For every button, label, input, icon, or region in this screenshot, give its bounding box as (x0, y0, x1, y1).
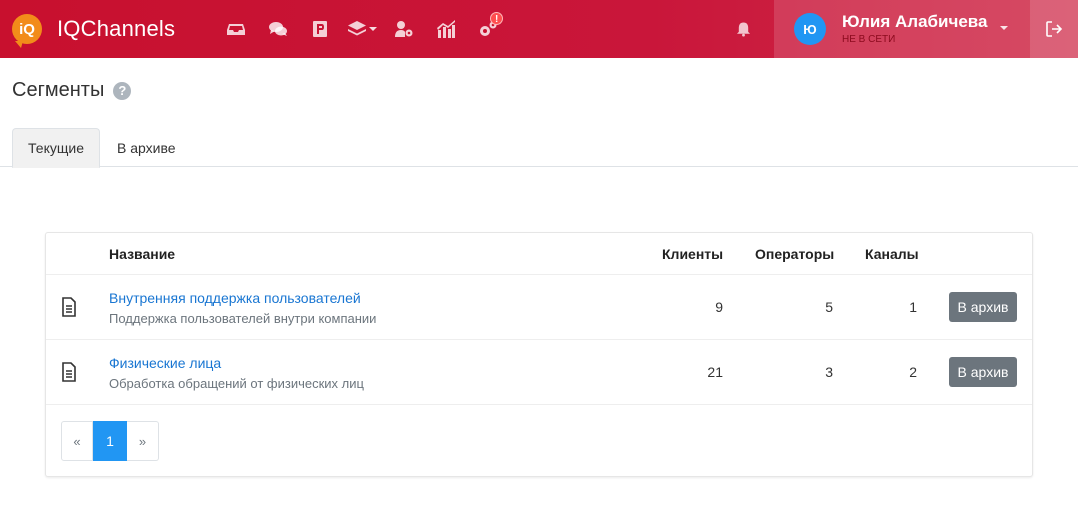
user-status: НЕ В СЕТИ (842, 33, 896, 45)
logout-icon (1046, 21, 1063, 37)
user-name: Юлия Алабичева (842, 11, 988, 31)
logout-button[interactable] (1030, 0, 1078, 58)
tab-current[interactable]: Текущие (12, 128, 100, 168)
pagination-next[interactable]: » (127, 421, 159, 461)
bell-icon[interactable] (730, 0, 756, 58)
page-title-text: Сегменты (12, 79, 105, 101)
user-menu[interactable]: Ю Юлия Алабичева НЕ В СЕТИ (774, 0, 1030, 58)
document-icon (62, 297, 76, 317)
document-icon (62, 362, 76, 382)
user-settings-icon[interactable] (383, 0, 425, 58)
chats-icon[interactable] (257, 0, 299, 58)
top-navbar: iQ IQChannels ! Ю Юлия Алабичева НЕ В СЕ… (0, 0, 1078, 58)
clients-count: 21 (707, 364, 723, 380)
settings-icon[interactable]: ! (467, 0, 509, 58)
column-header-clients: Клиенты (662, 246, 724, 262)
layers-icon[interactable] (341, 0, 383, 58)
avatar: Ю (794, 13, 826, 45)
segment-description: Обработка обращений от физических лиц (109, 376, 364, 391)
brand[interactable]: iQ IQChannels (12, 0, 175, 58)
column-header-channels: Каналы (865, 246, 919, 262)
settings-alert-badge: ! (490, 12, 504, 25)
segment-description: Поддержка пользователей внутри компании (109, 311, 377, 326)
archive-button[interactable]: В архив (949, 357, 1017, 387)
pagination-page-1[interactable]: 1 (93, 421, 127, 461)
pagination: « 1 » (61, 421, 159, 461)
help-icon[interactable]: ? (113, 81, 132, 100)
table-header: Название Клиенты Операторы Каналы (46, 233, 1032, 275)
column-header-name: Название (109, 246, 176, 262)
chevron-down-icon (369, 27, 378, 31)
pagination-prev[interactable]: « (61, 421, 93, 461)
chevron-down-icon (1000, 26, 1008, 30)
segments-card: Название Клиенты Операторы Каналы Внутре… (45, 232, 1033, 477)
clients-count: 9 (715, 299, 723, 315)
inbox-icon[interactable] (215, 0, 257, 58)
segment-name-link[interactable]: Физические лица (109, 355, 221, 371)
column-header-operators: Операторы (755, 246, 835, 262)
contacts-icon[interactable] (299, 0, 341, 58)
table-row: Физические лица Обработка обращений от ф… (46, 340, 1032, 405)
segment-name-link[interactable]: Внутренняя поддержка пользователей (109, 290, 361, 306)
segment-tabs: Текущие В архиве (0, 128, 1078, 168)
brand-logo: iQ (12, 14, 42, 48)
main-nav: ! (215, 0, 509, 58)
tab-archive[interactable]: В архиве (101, 128, 192, 167)
table-row: Внутренняя поддержка пользователей Подде… (46, 275, 1032, 340)
channels-count: 2 (909, 364, 917, 380)
channels-count: 1 (909, 299, 917, 315)
analytics-icon[interactable] (425, 0, 467, 58)
page-title: Сегменты ? (12, 79, 132, 102)
brand-name: IQChannels (57, 16, 176, 41)
operators-count: 3 (825, 364, 833, 380)
archive-button[interactable]: В архив (949, 292, 1017, 322)
operators-count: 5 (825, 299, 833, 315)
